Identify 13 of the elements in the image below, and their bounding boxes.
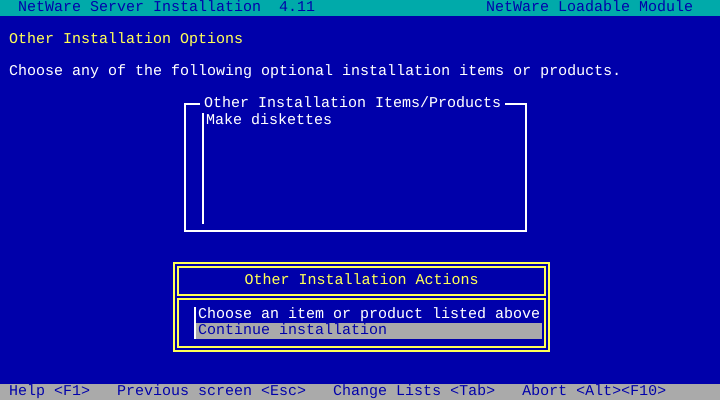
module-label: NetWare Loadable Module xyxy=(486,0,693,16)
menu-item[interactable]: Continue installation xyxy=(196,323,542,339)
program-title: NetWare Server Installation 4.11 xyxy=(18,0,316,16)
instructions-text: Choose any of the following optional installation items or products. xyxy=(9,64,622,80)
screen-heading: Other Installation Options xyxy=(9,32,244,48)
list-item[interactable]: Make diskettes xyxy=(206,113,332,129)
list-title: Other Installation Items/Products xyxy=(203,96,502,112)
menu-title: Other Installation Actions xyxy=(244,273,479,289)
key-hint: Abort <Alt><F10> xyxy=(522,384,666,400)
key-hint: Previous screen <Esc> xyxy=(117,384,306,400)
key-hint: Help <F1> xyxy=(9,384,90,400)
menu-item[interactable]: Choose an item or product listed above xyxy=(196,307,542,323)
key-hint: Change Lists <Tab> xyxy=(333,384,496,400)
